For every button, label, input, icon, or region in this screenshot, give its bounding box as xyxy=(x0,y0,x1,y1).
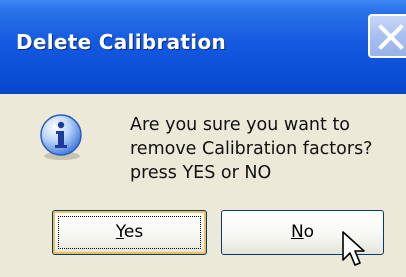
information-icon xyxy=(40,114,82,160)
title-bar[interactable]: Delete Calibration xyxy=(0,0,406,94)
yes-button[interactable]: Yes xyxy=(52,210,207,255)
message-line: press YES or NO xyxy=(130,163,272,183)
close-icon xyxy=(378,24,404,50)
close-button[interactable] xyxy=(368,14,406,58)
yes-mnemonic: Y xyxy=(115,222,124,242)
no-mnemonic: N xyxy=(290,222,304,242)
message-line: Are you sure you want to xyxy=(130,115,351,135)
message-line: remove Calibration factors? xyxy=(130,139,373,159)
dialog-message: Are you sure you want to remove Calibrat… xyxy=(130,113,372,185)
dialog-title: Delete Calibration xyxy=(16,30,227,54)
no-label-rest: o xyxy=(303,222,315,242)
yes-button-label: Yes xyxy=(116,222,143,242)
yes-label-rest: es xyxy=(123,222,144,242)
mouse-cursor-icon xyxy=(342,231,365,266)
no-button-label: No xyxy=(291,222,314,242)
delete-calibration-dialog: Delete Calibration Are you sure you want… xyxy=(0,0,406,277)
